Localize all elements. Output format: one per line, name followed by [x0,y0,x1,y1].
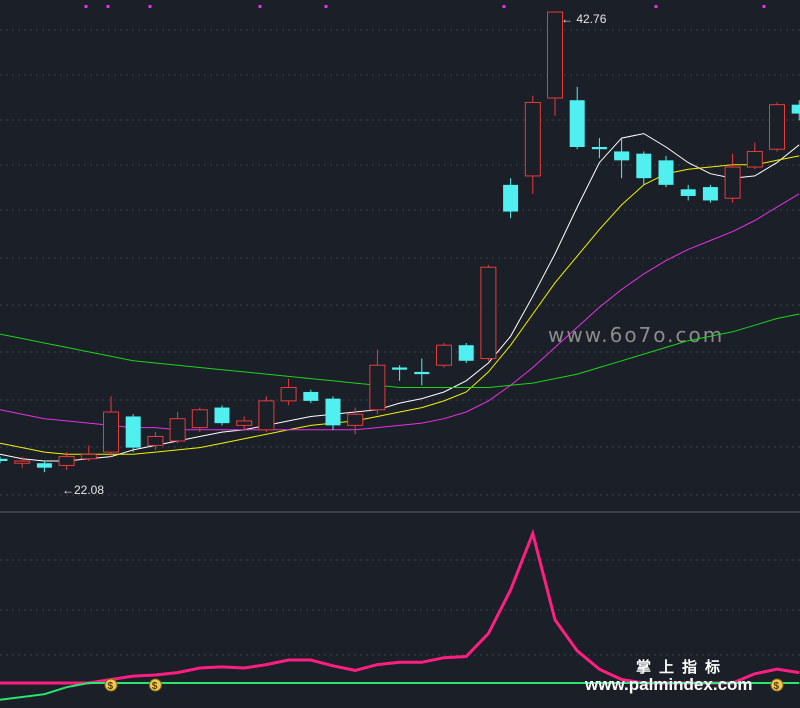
candle-body [169,418,186,442]
candle-body [14,460,31,464]
candle-body [103,411,119,453]
candle-body [680,189,696,196]
candle-body [503,184,519,212]
top-marker-dot [654,5,658,8]
candle-body [147,436,164,446]
high-price-label: ← 42.76 [561,12,607,26]
top-marker-dot [762,5,766,8]
signal-marker-label: $ [152,681,158,692]
candle-body [303,391,319,401]
candle-body [569,100,585,147]
top-marker-dot [258,5,262,8]
watermark-site: www.6o7o.com [548,323,724,347]
candle-body [458,345,474,361]
top-marker-dot [84,5,88,8]
candle-body [236,420,253,426]
candle-body [125,416,141,448]
candle-body [369,364,386,411]
candle-body [0,458,8,462]
watermark-brand: 掌上指标 [636,658,728,676]
top-marker-dot [324,5,328,8]
top-marker-dot [502,5,506,8]
low-price-label: ←22.08 [62,483,104,497]
candle-body [769,104,785,150]
candle-body [347,413,364,426]
candle-body [325,398,341,426]
candle-body [724,166,741,199]
candle-body [524,101,541,177]
signal-marker-label: $ [774,681,780,692]
top-marker-dot [106,5,110,8]
watermark-url: www.palmindex.com [584,675,753,694]
candle-body [191,409,208,429]
top-marker-dot [148,5,152,8]
candle-body [591,146,607,150]
candlestick-chart: www.6o7o.com ← 42.76 ←22.08 $ $ $ 掌上指标www.palm… [0,5,800,701]
candle-body [746,150,763,168]
candle-body [258,400,275,431]
candle-body [614,151,630,161]
candle-body [791,104,800,114]
candle-body [636,153,652,179]
candle-body [58,456,75,466]
candle-body [80,453,97,460]
signal-marker-label: $ [108,681,114,692]
candle-body [436,344,452,366]
candle-body [414,371,430,375]
chart-stage: www.6o7o.com ← 42.76 ←22.08 $ $ $ 掌上指标 www.palm… [0,0,800,708]
candle-body [214,407,230,424]
candle-body [392,367,408,370]
candle-body [658,160,674,185]
candle-body [36,463,52,468]
candle-body [702,187,718,201]
candle-body [280,387,297,402]
candle-body [480,266,497,360]
moving-average-line [0,193,800,431]
